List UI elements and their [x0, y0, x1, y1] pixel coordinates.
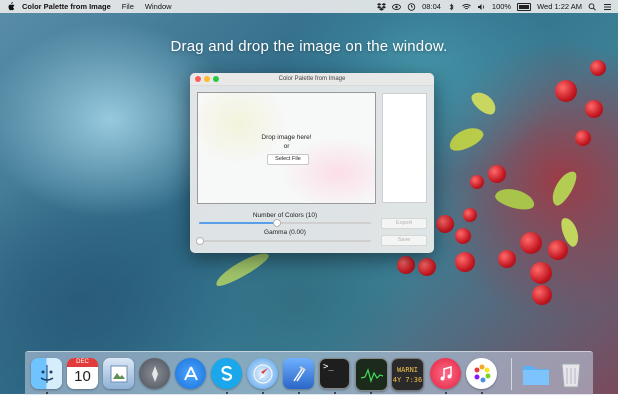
calendar-month: DEC	[67, 358, 98, 367]
clock-time[interactable]: 08:04	[422, 2, 441, 11]
gamma-label: Gamma (0.00)	[264, 229, 306, 236]
volume-icon[interactable]	[477, 3, 486, 11]
menu-app-name[interactable]: Color Palette from Image	[22, 2, 111, 11]
dock-separator	[511, 358, 512, 390]
safari-icon[interactable]	[247, 358, 278, 389]
trash-icon[interactable]	[555, 358, 586, 389]
or-label: or	[283, 143, 290, 150]
menu-file[interactable]: File	[122, 2, 134, 11]
color-palette-app-icon[interactable]	[466, 358, 497, 389]
number-of-colors-fill	[199, 222, 276, 224]
folder-icon[interactable]	[520, 358, 551, 389]
app-window: Color Palette from Image Drop image here…	[190, 73, 434, 253]
eye-icon[interactable]	[392, 3, 402, 11]
xcode-icon[interactable]	[283, 358, 314, 389]
skype-icon[interactable]	[211, 358, 242, 389]
image-drop-zone[interactable]: Drop image here! or Select File	[197, 92, 376, 204]
app-store-icon[interactable]	[175, 358, 206, 389]
calendar-day: 10	[74, 368, 91, 385]
wifi-icon[interactable]	[462, 3, 471, 11]
status-area: 08:04 100% Wed 1:22 AM	[377, 2, 618, 11]
gamma-knob[interactable]	[196, 237, 204, 245]
menubar-datetime[interactable]: Wed 1:22 AM	[537, 2, 582, 11]
calendar-icon[interactable]: DEC 10	[67, 358, 98, 389]
export-button[interactable]: Export	[381, 218, 427, 229]
battery-icon[interactable]	[517, 2, 532, 11]
number-of-colors-label: Number of Colors (10)	[252, 212, 318, 219]
launchpad-icon[interactable]	[139, 358, 170, 389]
bluetooth-icon[interactable]	[447, 3, 456, 11]
dropbox-icon[interactable]	[377, 2, 387, 11]
title-bar[interactable]: Color Palette from Image	[190, 73, 434, 86]
terminal-prompt: >_	[323, 362, 334, 372]
color-palette-panel	[382, 93, 427, 203]
finder-icon[interactable]	[31, 358, 62, 389]
number-of-colors-knob[interactable]	[273, 219, 281, 227]
window-title: Color Palette from Image	[278, 76, 346, 82]
clock-icon[interactable]	[407, 2, 416, 11]
apple-icon[interactable]	[6, 2, 16, 12]
drop-image-label: Drop image here!	[261, 134, 312, 141]
number-of-colors-slider[interactable]	[199, 219, 371, 227]
select-file-button[interactable]: Select File	[267, 154, 309, 165]
console-time-text: 4Y 7:36	[392, 375, 423, 384]
notification-center-icon[interactable]	[603, 3, 612, 11]
preview-icon[interactable]	[103, 358, 134, 389]
spotlight-icon[interactable]	[588, 2, 597, 11]
activity-monitor-icon[interactable]	[355, 358, 388, 391]
console-warning-text: WARNI	[396, 365, 419, 374]
terminal-icon[interactable]: >_	[319, 358, 350, 389]
menu-bar: Color Palette from Image File Window 08:…	[0, 0, 618, 13]
dock: DEC 10 >_ WARNI 4Y 7:36	[25, 351, 593, 395]
console-icon[interactable]: WARNI 4Y 7:36	[391, 358, 424, 391]
gamma-slider[interactable]	[196, 237, 371, 245]
battery-percent[interactable]: 100%	[492, 2, 511, 11]
itunes-icon[interactable]	[430, 358, 461, 389]
instruction-headline: Drag and drop the image on the window.	[170, 38, 448, 55]
save-button[interactable]: Save	[381, 235, 427, 246]
menu-window[interactable]: Window	[145, 2, 172, 11]
